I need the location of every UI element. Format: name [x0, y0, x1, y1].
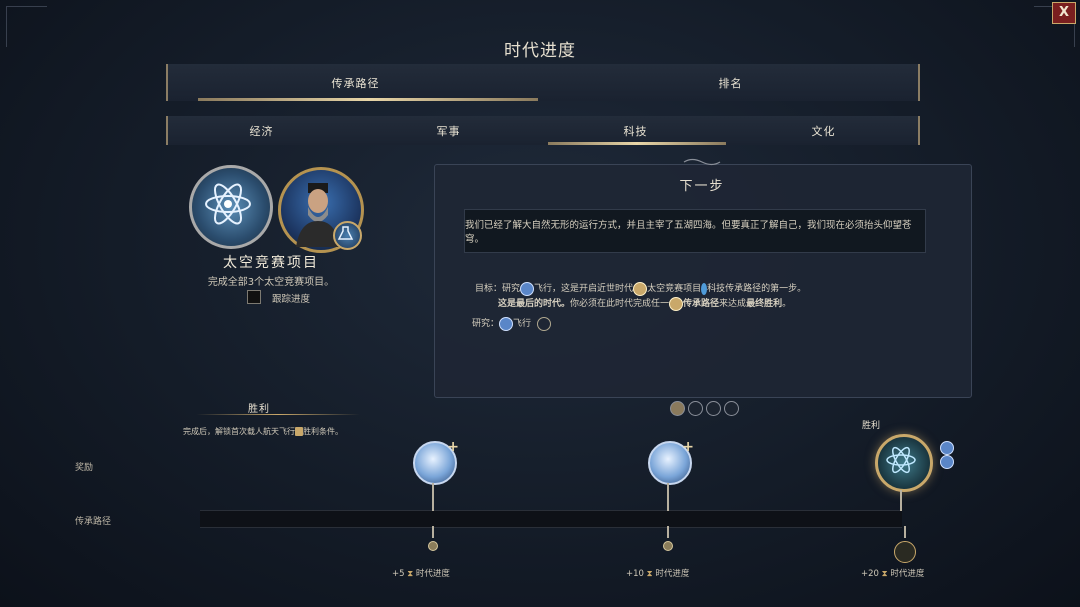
milestone-stem [904, 526, 906, 538]
hourglass-icon: ⧗ [407, 569, 414, 579]
victory-header: 胜利 [248, 404, 270, 415]
goal-line-1: 目标：研究 飞行，这是开启近世时代 太空竞赛项目 科技传承路径的第一步。 [475, 281, 806, 296]
track-progress-label: 跟踪进度 [272, 294, 311, 305]
empty-status-icon [536, 316, 551, 331]
milestone-marker-1 [428, 541, 438, 551]
flight-tech-icon [520, 281, 535, 296]
victory-marker-icon [894, 541, 916, 563]
quote-text: 我们已经了解大自然无形的运行方式，并且主宰了五湖四海。但要真正了解自己，我们现在… [465, 220, 912, 245]
flavor-quote: 我们已经了解大自然无形的运行方式，并且主宰了五湖四海。但要真正了解自己，我们现在… [464, 209, 926, 253]
goal-text: 这是最后的时代。 [498, 299, 571, 309]
reward-node-1[interactable]: + [413, 439, 459, 485]
milestone-stem [432, 526, 434, 538]
top-tab-bar: 传承路径 排名 [166, 64, 920, 101]
sub-tab-bar: 经济 军事 科技 文化 [166, 116, 920, 145]
plus-icon: + [447, 439, 459, 455]
goal-victory: 最终胜利 [746, 299, 783, 309]
victory-description: 完成后，解锁首次载人航天飞行 胜利条件。 [183, 426, 343, 437]
milestone-stem [667, 526, 669, 538]
goal-text: 科技传承路径的第一步。 [707, 284, 807, 294]
research-line: 研究： 飞行 [472, 316, 551, 331]
final-reward-label: 胜利 [862, 421, 881, 431]
research-label: 研究： [472, 319, 500, 329]
victory-icon [295, 427, 303, 436]
goal-tech[interactable]: 飞行 [534, 284, 552, 294]
page-title: 时代进度 [504, 41, 576, 61]
tab-military[interactable]: 军事 [355, 116, 542, 145]
bonus-icon-1[interactable] [940, 441, 954, 455]
milestone-stem [667, 483, 669, 511]
hourglass-icon: ⧗ [646, 569, 653, 579]
page-dot-1[interactable] [670, 401, 685, 416]
milestone-text: 时代进度 [415, 569, 450, 579]
milestone-value: +10 [626, 569, 644, 579]
victory-desc-text: 胜利条件。 [303, 427, 343, 436]
goal-text: 研究 [502, 284, 521, 294]
victory-desc-text: 完成后，解锁首次载人航天飞行 [183, 427, 295, 436]
plus-icon: + [682, 439, 694, 455]
close-button[interactable]: X [1052, 2, 1076, 24]
tab-legacy-paths[interactable]: 传承路径 [168, 64, 543, 101]
legacy-row-label: 传承路径 [75, 517, 112, 527]
goal-text: ，这是开启近世时代 [552, 284, 634, 294]
tab-economic[interactable]: 经济 [168, 116, 355, 145]
project-title: 太空竞赛项目 [223, 255, 319, 271]
milestone-stem [900, 490, 902, 511]
milestone-label-1: +5 ⧗ 时代进度 [392, 567, 450, 579]
atom-laurel-icon [189, 165, 273, 249]
goal-project[interactable]: 太空竞赛项目 [647, 284, 701, 294]
milestone-label-2: +10 ⧗ 时代进度 [626, 567, 689, 579]
page-dot-2[interactable] [688, 401, 703, 416]
reward-node-2[interactable]: + [648, 439, 694, 485]
tab-rankings[interactable]: 排名 [543, 64, 918, 101]
milestone-value: +5 [392, 569, 405, 579]
hourglass-icon: ⧗ [881, 569, 888, 579]
page-dot-4[interactable] [724, 401, 739, 416]
flask-icon [333, 221, 362, 250]
flight-tech-icon [499, 316, 514, 331]
bonus-icon-2[interactable] [940, 455, 954, 469]
goal-text: 。 [782, 299, 792, 309]
goal-text: 你必须在此时代完成任一 [570, 299, 670, 309]
milestone-label-3: +20 ⧗ 时代进度 [861, 567, 924, 579]
active-tab-indicator [198, 98, 538, 101]
goal-legacy[interactable]: 传承路径 [683, 299, 719, 309]
milestone-stem [432, 483, 434, 511]
legacy-progress-bar [200, 510, 902, 528]
tab-label: 传承路径 [331, 76, 380, 90]
tab-label: 科技 [623, 124, 648, 138]
goal-line-2: 这是最后的时代。你必须在此时代完成任一 传承路径来达成最终胜利。 [498, 296, 791, 311]
project-description: 完成全部3个太空竞赛项目。 [207, 277, 335, 288]
milestone-text: 时代进度 [890, 569, 925, 579]
page-dot-3[interactable] [706, 401, 721, 416]
track-progress-checkbox[interactable] [247, 290, 261, 304]
research-tech[interactable]: 飞行 [513, 319, 531, 329]
milestone-marker-2 [663, 541, 673, 551]
tab-culture[interactable]: 文化 [729, 116, 918, 145]
next-step-title: 下一步 [679, 179, 725, 194]
ornament-icon [683, 158, 721, 166]
tab-science[interactable]: 科技 [542, 116, 729, 145]
tab-label: 军事 [436, 124, 461, 138]
tab-label: 文化 [811, 124, 836, 138]
tab-label: 排名 [718, 76, 743, 90]
tab-label: 经济 [249, 124, 274, 138]
divider [196, 414, 360, 415]
goal-text: 来达成 [719, 299, 747, 309]
milestone-text: 时代进度 [655, 569, 690, 579]
active-subtab-indicator [548, 142, 726, 145]
legacy-medal-icon [669, 296, 684, 311]
legacy-medal-icon [633, 281, 648, 296]
rewards-row-label: 奖励 [75, 463, 94, 473]
milestone-value: +20 [861, 569, 879, 579]
victory-medal-icon[interactable] [875, 434, 933, 492]
goal-prefix: 目标： [475, 284, 503, 294]
